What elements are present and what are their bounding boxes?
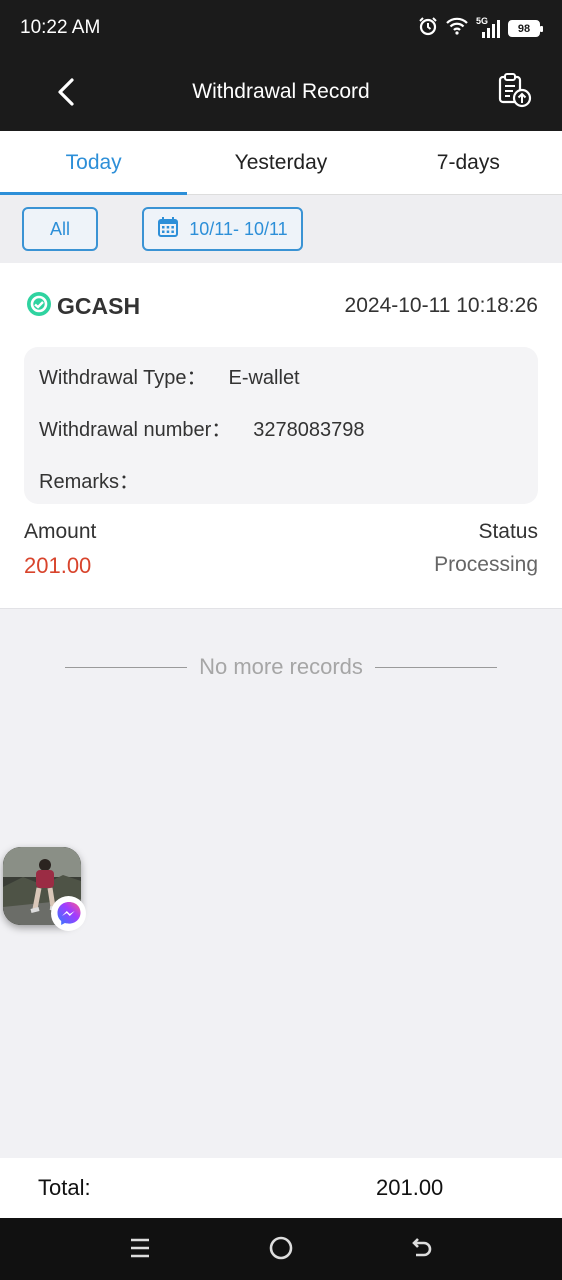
clipboard-upload-icon (496, 72, 532, 113)
divider-left (65, 666, 188, 668)
all-filter-button[interactable]: All (22, 207, 98, 251)
tab-today[interactable]: Today (0, 131, 188, 195)
system-nav-bar (0, 1218, 562, 1280)
home-button[interactable] (265, 1234, 297, 1266)
filter-bar: All 10/11- 10/11 (0, 195, 562, 263)
amount-label: Amount (24, 520, 97, 543)
withdrawal-record-card[interactable]: GCASH 2024-10-11 10:18:26 Withdrawal Typ… (0, 263, 562, 609)
provider-name: GCASH (57, 293, 141, 319)
withdrawal-type-row: Withdrawal Type： E-wallet (39, 361, 300, 390)
records-action-button[interactable] (494, 72, 534, 112)
status-value: Processing (434, 553, 538, 576)
status-time: 10:22 AM (20, 17, 101, 38)
alarm-icon (418, 16, 438, 41)
status-bar: 10:22 AM 5G 98 (0, 0, 562, 56)
app-bar: Withdrawal Record (0, 56, 562, 131)
status-label: Status (478, 520, 538, 543)
withdrawal-type-label: Withdrawal Type： (39, 367, 207, 389)
page-title: Withdrawal Record (192, 80, 370, 103)
date-range-label: 10/11- 10/11 (189, 218, 288, 239)
amount-value: 201.00 (24, 553, 92, 578)
battery-icon: 98 (508, 20, 543, 37)
withdrawal-number-value: 3278083798 (253, 419, 365, 441)
withdrawal-number-label: Withdrawal number： (39, 419, 232, 441)
withdrawal-number-row: Withdrawal number： 3278083798 (39, 413, 365, 442)
calendar-icon (157, 216, 179, 243)
wifi-icon (446, 17, 468, 40)
total-label: Total: (38, 1175, 91, 1200)
date-range-button[interactable]: 10/11- 10/11 (142, 207, 303, 251)
total-value: 201.00 (376, 1175, 444, 1200)
remarks-label: Remarks： (39, 471, 140, 493)
signal-icon: 5G (476, 16, 500, 39)
record-datetime: 2024-10-11 10:18:26 (344, 294, 538, 317)
back-arrow-icon (408, 1235, 434, 1266)
record-details: Withdrawal Type： E-wallet Withdrawal numb… (24, 347, 538, 504)
tab-7-days[interactable]: 7-days (375, 131, 562, 194)
system-back-button[interactable] (405, 1234, 437, 1266)
remarks-row: Remarks： (39, 465, 161, 494)
recents-button[interactable] (124, 1234, 156, 1266)
divider-right (374, 666, 497, 668)
messenger-icon (51, 896, 86, 931)
home-circle-icon (268, 1235, 294, 1266)
no-more-records: No more records (65, 654, 497, 680)
total-bar: Total: 201.00 (0, 1158, 562, 1218)
date-tabs: Today Yesterday 7-days (0, 131, 562, 195)
withdrawal-type-value: E-wallet (228, 367, 300, 389)
provider-brand: GCASH (26, 291, 140, 322)
status-icons: 5G 98 (418, 16, 543, 41)
gcash-logo-icon (26, 291, 52, 322)
tab-yesterday[interactable]: Yesterday (187, 131, 374, 194)
menu-icon (128, 1237, 152, 1264)
no-more-records-text: No more records (199, 654, 363, 679)
